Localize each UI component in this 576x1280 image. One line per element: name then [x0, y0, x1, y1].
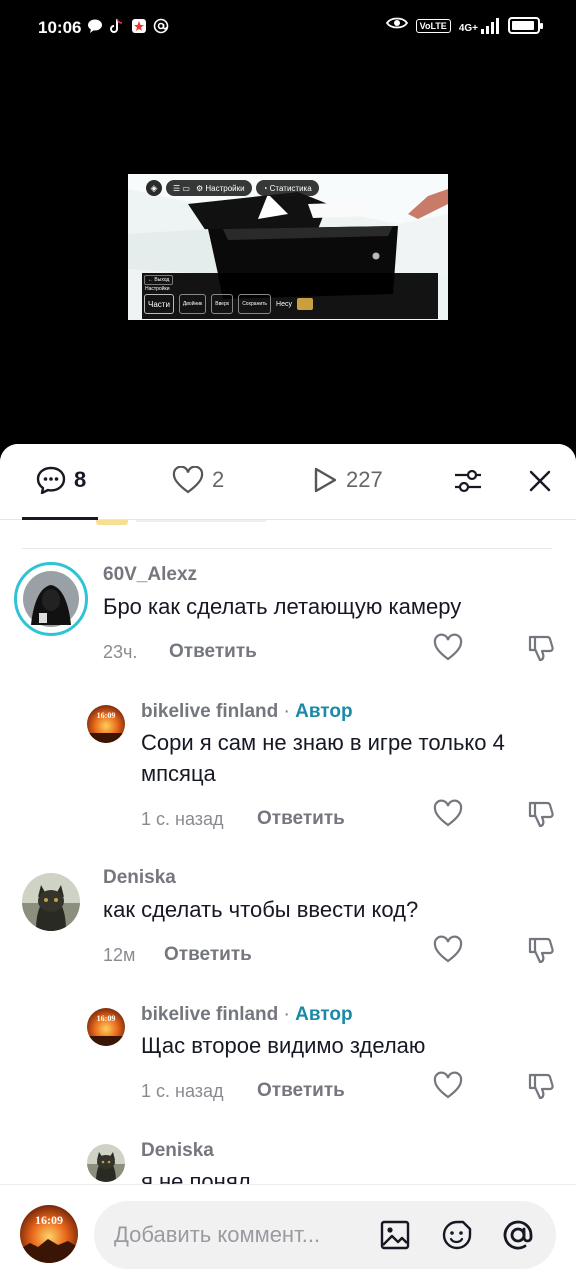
image-icon [380, 1220, 410, 1250]
avatar[interactable] [87, 1144, 125, 1182]
comments-list[interactable]: 60V_Alexz Бро как сделать летающую камер… [0, 444, 576, 1184]
roblox-icon[interactable]: ◈ [146, 180, 162, 196]
close-icon [529, 470, 551, 492]
at-icon [503, 1220, 533, 1250]
comment-text: я не понял [141, 1169, 251, 1184]
separator-dot: · [278, 701, 296, 722]
game-settings-label: Настройки [205, 183, 245, 193]
signal-icon: 4G+ [458, 17, 500, 34]
views-count: 227 [346, 467, 383, 492]
game-back-label: Выход [154, 277, 170, 283]
like-icon[interactable] [433, 633, 463, 663]
username-text: bikelive finland [141, 1004, 279, 1025]
game-button-double[interactable]: Двойник [178, 294, 207, 314]
game-extra-label: Несу [276, 300, 292, 308]
tab-likes[interactable]: 2 [172, 466, 224, 494]
image-button[interactable] [378, 1218, 412, 1252]
dislike-icon[interactable] [526, 633, 556, 663]
comment-input[interactable] [114, 1201, 364, 1269]
battery-level [512, 21, 534, 30]
author-avatar[interactable]: 16:09 [87, 1008, 125, 1046]
like-icon[interactable] [433, 1071, 463, 1101]
tab-comments[interactable]: 8 [36, 466, 86, 494]
game-settings-caption: Настройки [145, 286, 170, 292]
comment-time: 12м [103, 945, 136, 965]
reply-button[interactable]: Ответить [257, 1080, 345, 1102]
reply-button[interactable]: Ответить [257, 808, 345, 830]
at-icon [152, 17, 170, 35]
eye-icon [385, 16, 408, 35]
filter-button[interactable] [451, 464, 485, 498]
dislike-icon[interactable] [526, 1071, 556, 1101]
notification-icons [86, 17, 170, 35]
game-button-parts[interactable]: Части [144, 294, 174, 314]
comment-time: 1 с. назад [141, 1081, 224, 1101]
reply-button[interactable]: Ответить [169, 641, 257, 663]
svg-text:16:09: 16:09 [97, 711, 116, 720]
volte-badge: VoLTE [415, 18, 451, 33]
filter-icon [455, 469, 481, 493]
system-icons: VoLTE 4G+ [385, 16, 543, 35]
avatar[interactable] [22, 873, 80, 931]
like-icon[interactable] [433, 935, 463, 965]
comment-text: как сделать чтобы ввести код? [103, 897, 419, 922]
network-type: 4G+ [458, 22, 478, 34]
username-text: bikelive finland [141, 701, 279, 722]
comment-composer: 16:09 [0, 1184, 576, 1280]
active-tab-indicator [22, 517, 98, 520]
emoji-icon [442, 1220, 472, 1250]
my-avatar[interactable]: 16:09 [20, 1205, 78, 1263]
battery-icon [508, 17, 543, 34]
avatar[interactable] [14, 562, 88, 636]
game-buttons: Части Двойник Вверх Сохранить Несу [144, 294, 313, 314]
video-player[interactable]: ◈ ☰ ▭ ⚙ Настройки ◔ Статистика ← Выход Н… [128, 174, 448, 320]
sheet-header: 8 2 227 [0, 444, 576, 520]
play-icon [314, 467, 337, 493]
author-badge: Автор [295, 701, 353, 722]
tab-views[interactable]: 227 [312, 466, 383, 494]
app-icon [130, 17, 148, 35]
avatar-time-text: 16:09 [35, 1213, 63, 1227]
close-button[interactable] [523, 464, 557, 498]
comment-username[interactable]: Deniska [141, 1140, 214, 1162]
comment-time: 23ч. [103, 642, 138, 662]
chest-icon [297, 298, 313, 310]
status-bar: 10:06 VoLTE 4G+ [0, 0, 576, 56]
author-avatar[interactable]: 16:09 [87, 705, 125, 743]
game-button-up[interactable]: Вверх [211, 294, 234, 314]
comment-icon [36, 466, 66, 494]
reply-button[interactable]: Ответить [164, 944, 252, 966]
comment-username[interactable]: 60V_Alexz [103, 564, 197, 586]
comment-username[interactable]: bikelive finland · Автор [141, 701, 353, 723]
status-time: 10:06 [38, 18, 82, 37]
emoji-button[interactable] [440, 1218, 474, 1252]
comment-text: Бро как сделать летающую камеру [103, 594, 462, 619]
game-stats-label: Статистика [269, 183, 312, 193]
comment-username[interactable]: Deniska [103, 867, 176, 889]
messenger-icon [86, 17, 104, 35]
game-back-button[interactable]: ← Выход [144, 275, 174, 285]
game-menu-pill[interactable]: ☰ ▭ ⚙ Настройки [166, 180, 252, 196]
divider [22, 548, 552, 549]
dislike-icon[interactable] [526, 799, 556, 829]
comment-username[interactable]: bikelive finland · Автор [141, 1004, 353, 1026]
likes-count: 2 [212, 467, 225, 492]
tiktok-icon [108, 17, 126, 35]
mention-button[interactable] [501, 1218, 535, 1252]
comment-text: Щас второе видимо зделаю [141, 1033, 426, 1058]
heart-icon [172, 466, 204, 494]
game-button-save[interactable]: Сохранить [238, 294, 272, 314]
comment-time: 1 с. назад [141, 809, 224, 829]
like-icon[interactable] [433, 799, 463, 829]
comments-count: 8 [74, 467, 87, 492]
dislike-icon[interactable] [526, 935, 556, 965]
author-badge: Автор [295, 1004, 353, 1025]
comments-sheet: 60V_Alexz Бро как сделать летающую камер… [0, 444, 576, 1280]
game-topbar: ◈ ☰ ▭ ⚙ Настройки ◔ Статистика [146, 180, 319, 196]
svg-text:16:09: 16:09 [97, 1014, 116, 1023]
separator-dot: · [278, 1004, 296, 1025]
comment-input-box[interactable] [94, 1201, 556, 1269]
comment-text: Сори я сам не знаю в игре только 4 мпсяц… [141, 730, 505, 786]
game-stats-pill[interactable]: ◔ Статистика [255, 180, 319, 196]
